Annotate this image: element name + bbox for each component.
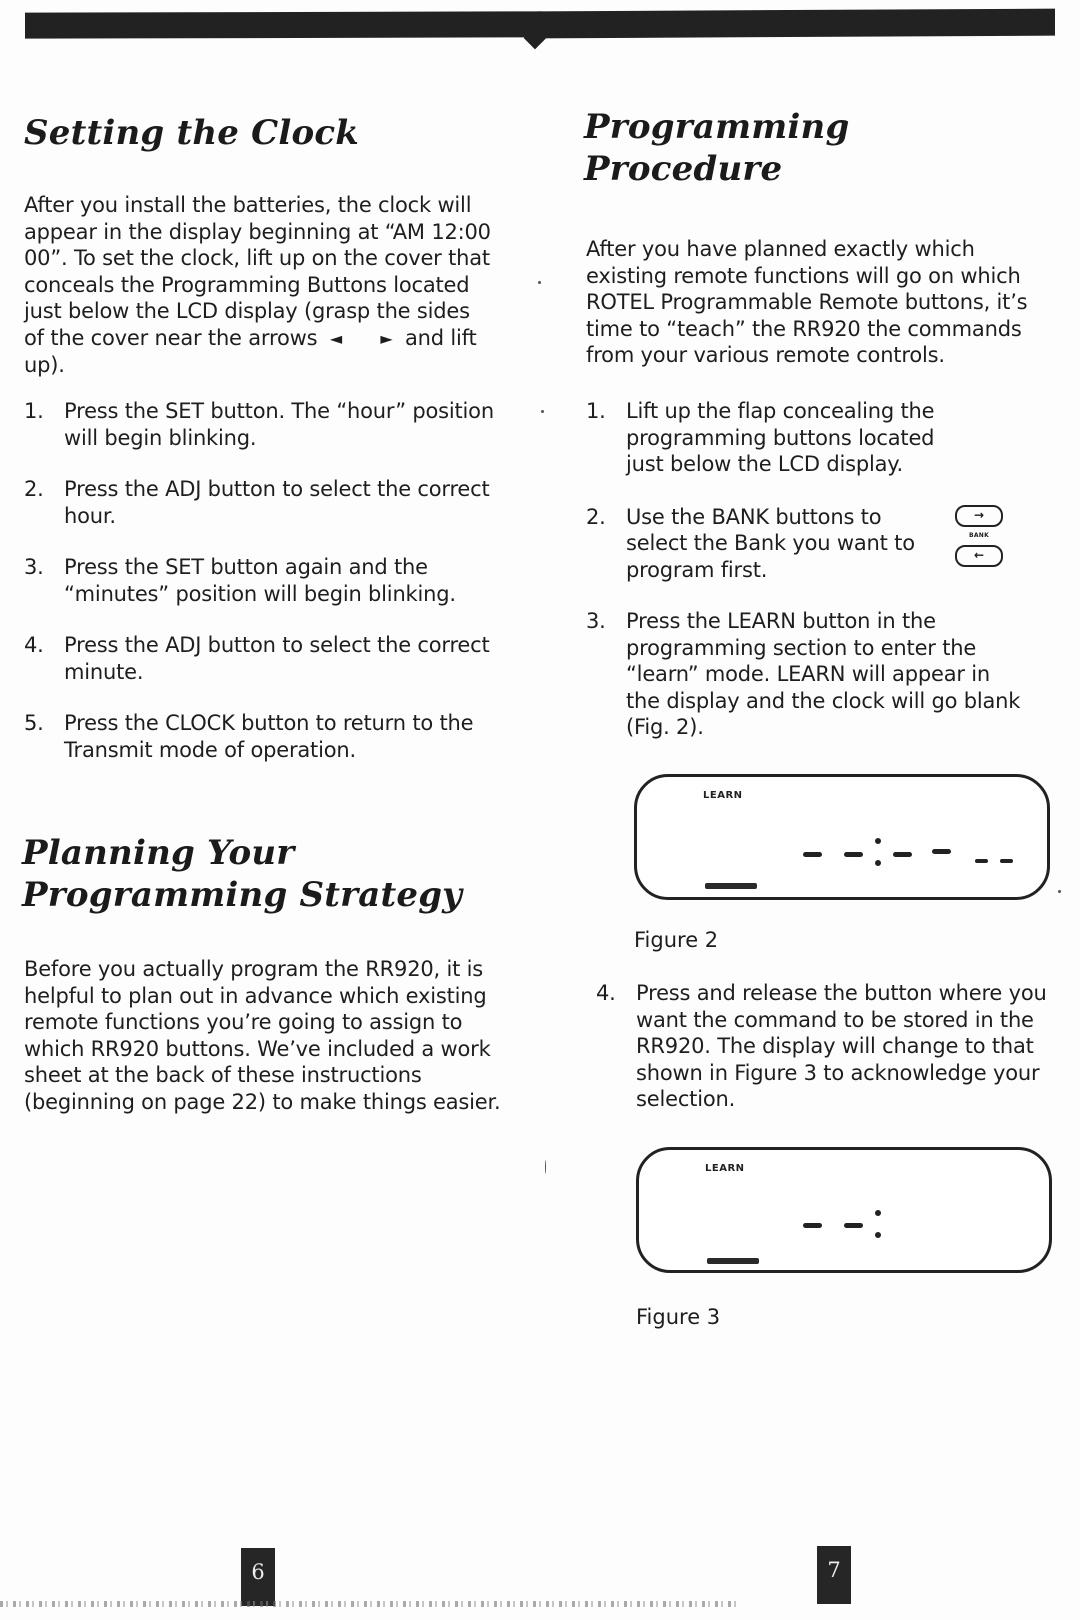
scan-noise	[0, 1601, 740, 1607]
step-text: Use the BANK buttons to select the Bank …	[626, 504, 915, 582]
bank-buttons-diagram: → BANK ←	[955, 505, 1003, 567]
lcd-figure-2: LEARN	[634, 774, 1050, 900]
scan-speck	[545, 1160, 546, 1174]
heading-planning-line2: Programming Strategy	[22, 875, 463, 915]
lcd-segment	[844, 852, 863, 857]
lcd-segment-small	[1000, 859, 1013, 863]
programming-steps-list-c: 4. Press and release the button where you…	[596, 980, 1076, 1113]
heading-setting-the-clock: Setting the Clock	[24, 113, 360, 153]
page-number-left: 6	[241, 1548, 275, 1606]
header-rule-left	[25, 11, 542, 39]
heading-programming-line1: Programming	[584, 107, 850, 147]
programming-steps-list-b: 3. Press the LEARN button in the programm…	[586, 608, 1026, 741]
scan-speck	[1058, 890, 1061, 893]
lcd-figure-3: LEARN	[636, 1147, 1052, 1273]
lcd-colon-dot	[875, 1232, 881, 1238]
lcd-indicator-bar	[707, 1258, 759, 1264]
heading-programming-line2: Procedure	[584, 149, 783, 189]
arrow-left-icon: ◄	[329, 328, 342, 348]
lcd-colon-dot	[875, 838, 881, 844]
lcd-indicator-bar	[705, 883, 757, 889]
lcd-segment	[803, 852, 822, 857]
step-number: 2.	[24, 477, 44, 501]
list-item: 4. Press and release the button where you…	[596, 980, 1076, 1113]
clock-intro-paragraph: After you install the batteries, the clo…	[24, 192, 494, 379]
step-text: Press the ADJ button to select the corre…	[64, 633, 490, 684]
step-text: Press the ADJ button to select the corre…	[64, 477, 490, 528]
lcd-segment	[893, 852, 912, 857]
bank-down-icon: ←	[955, 545, 1003, 567]
list-item: 3. Press the SET button again and the “mi…	[24, 554, 494, 607]
lcd-segment	[803, 1223, 822, 1228]
bank-label: BANK	[968, 532, 990, 539]
list-item: 2. Press the ADJ button to select the cor…	[24, 476, 494, 529]
step-text: Press the SET button again and the “minu…	[64, 555, 456, 606]
list-item: 1. Press the SET button. The “hour” posit…	[24, 398, 494, 451]
header-rule-right	[537, 8, 1055, 39]
list-item: 1. Lift up the flap concealing the progra…	[586, 398, 946, 478]
lcd-colon-dot	[875, 1210, 881, 1216]
step-text: Lift up the flap concealing the programm…	[626, 399, 935, 476]
step-number: 1.	[586, 399, 606, 423]
step-number: 4.	[24, 633, 44, 657]
list-item: 5. Press the CLOCK button to return to th…	[24, 710, 494, 763]
list-item: 2. Use the BANK buttons to select the Ban…	[586, 504, 946, 584]
programming-intro-paragraph: After you have planned exactly which exi…	[586, 237, 1028, 367]
list-item: 3. Press the LEARN button in the programm…	[586, 608, 1026, 741]
lcd-learn-label: LEARN	[705, 1163, 745, 1174]
step-text: Press the LEARN button in the programmin…	[626, 609, 1021, 739]
step-number: 1.	[24, 399, 44, 423]
bank-up-icon: →	[955, 505, 1003, 527]
clock-steps-list: 1. Press the SET button. The “hour” posit…	[24, 398, 494, 763]
lcd-learn-label: LEARN	[703, 790, 743, 801]
figure-2-caption: Figure 2	[634, 928, 719, 952]
figure-3-caption: Figure 3	[636, 1305, 721, 1329]
step-number: 3.	[24, 555, 44, 579]
step-number: 4.	[596, 981, 616, 1005]
step-text: Press the CLOCK button to return to the …	[64, 711, 474, 762]
lcd-segment	[844, 1223, 863, 1228]
scan-speck	[538, 281, 541, 284]
heading-planning-line1: Planning Your	[22, 833, 295, 873]
page-number-right: 7	[817, 1546, 851, 1604]
step-number: 5.	[24, 711, 44, 735]
step-number: 3.	[586, 609, 606, 633]
programming-steps-list-a: 1. Lift up the flap concealing the progra…	[586, 398, 946, 609]
planning-paragraph: Before you actually program the RR920, i…	[24, 957, 501, 1114]
arrow-right-icon: ►	[380, 328, 393, 348]
lcd-segment	[932, 849, 951, 854]
list-item: 4. Press the ADJ button to select the cor…	[24, 632, 494, 685]
step-text: Press and release the button where you w…	[636, 981, 1047, 1111]
step-text: Press the SET button. The “hour” positio…	[64, 399, 494, 450]
lcd-segment-small	[975, 859, 988, 863]
lcd-colon-dot	[875, 860, 881, 866]
step-number: 2.	[586, 504, 606, 529]
scan-speck	[541, 410, 544, 413]
